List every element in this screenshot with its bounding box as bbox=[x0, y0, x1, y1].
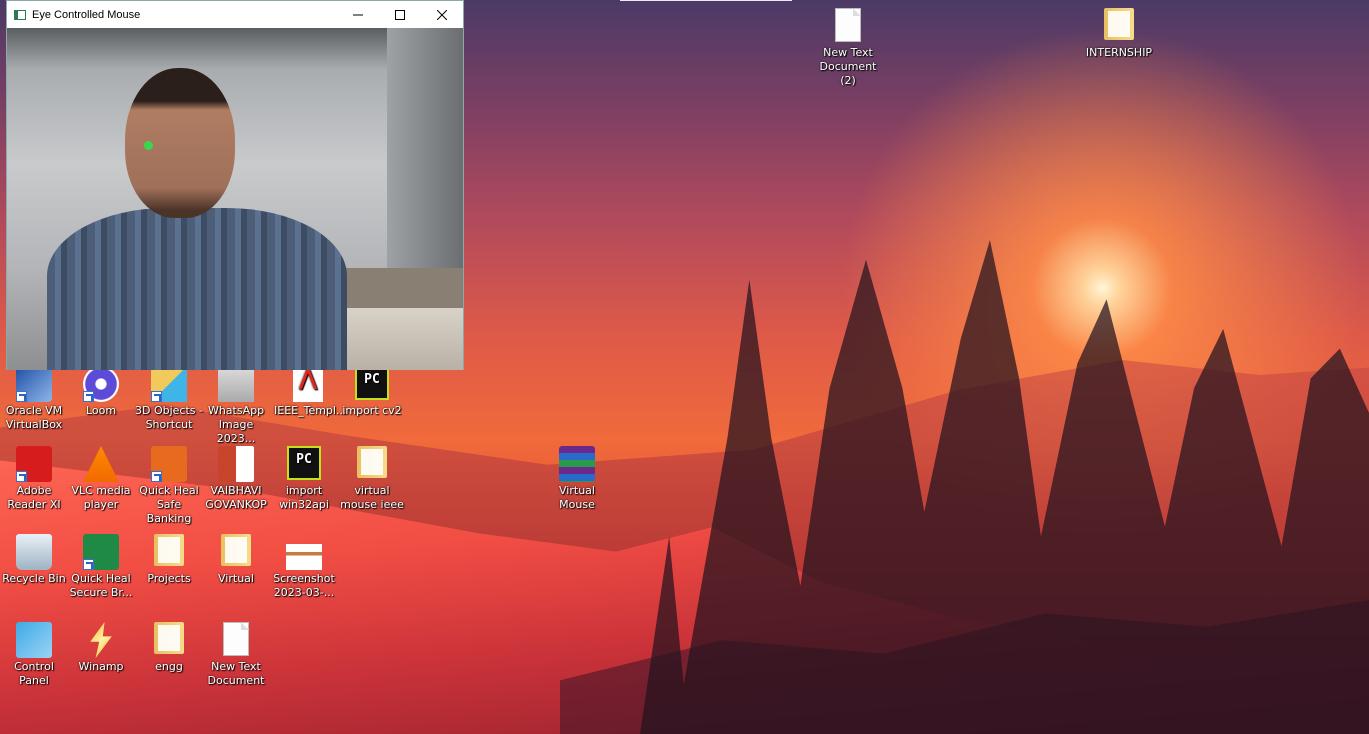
desktop-icon-label: Virtual bbox=[218, 572, 254, 585]
desktop-icon-label: Projects bbox=[147, 572, 191, 585]
winrar-icon bbox=[559, 446, 595, 482]
quick-heal-browser-icon bbox=[83, 534, 119, 570]
quick-heal-safe-banking-icon bbox=[151, 446, 187, 482]
winamp-icon bbox=[90, 622, 112, 658]
webcam-background-wall bbox=[387, 28, 463, 268]
eye-tracking-marker bbox=[144, 141, 153, 150]
desktop-icon-label: WhatsApp Image 2023... bbox=[207, 404, 265, 445]
shortcut-arrow-icon bbox=[83, 391, 94, 402]
pdf-icon bbox=[293, 366, 323, 402]
folder-icon bbox=[221, 534, 251, 566]
maximize-button[interactable] bbox=[379, 1, 421, 28]
loom-icon bbox=[83, 366, 119, 402]
desktop-icon-virtual-mouse-ieee[interactable]: virtual mouse ieee bbox=[338, 446, 406, 512]
webcam-person-body bbox=[47, 208, 347, 370]
desktop-icon-label: Recycle Bin bbox=[2, 572, 66, 585]
window-titlebar[interactable]: Eye Controlled Mouse bbox=[7, 1, 463, 28]
3d-objects-icon bbox=[151, 366, 187, 402]
desktop-icon-recycle-bin[interactable]: Recycle Bin bbox=[0, 534, 68, 586]
desktop-icon-label: Quick Heal Safe Banking bbox=[139, 484, 199, 525]
shortcut-arrow-icon bbox=[83, 559, 94, 570]
desktop-icon-label: Virtual Mouse bbox=[559, 484, 595, 511]
desktop-icon-label: import win32api bbox=[279, 484, 329, 511]
text-file-icon bbox=[835, 8, 861, 42]
text-file-icon bbox=[223, 622, 249, 656]
pycharm-icon: PC bbox=[355, 366, 389, 400]
desktop-icon-new-text-document-2[interactable]: New Text Document (2) bbox=[814, 8, 882, 88]
close-button[interactable] bbox=[421, 1, 463, 28]
desktop-icon-virtualbox[interactable]: Oracle VM VirtualBox bbox=[0, 366, 68, 432]
webcam-person-head bbox=[125, 68, 235, 218]
desktop-icon-internship[interactable]: INTERNSHIP bbox=[1085, 8, 1153, 60]
desktop-icon-label: import cv2 bbox=[342, 404, 402, 417]
powerpoint-icon bbox=[218, 446, 254, 482]
wallpaper-edge bbox=[620, 0, 792, 1]
webcam-feed bbox=[7, 28, 463, 370]
app-icon bbox=[14, 9, 26, 20]
desktop-icon-label: 3D Objects - Shortcut bbox=[135, 404, 203, 431]
desktop-icon-loom[interactable]: Loom bbox=[67, 366, 135, 418]
folder-icon bbox=[154, 534, 184, 566]
image-file-icon bbox=[286, 544, 322, 570]
desktop-icon-virtual[interactable]: Virtual bbox=[202, 534, 270, 586]
desktop-icon-label: VAIBHAVI GOVANKOP bbox=[205, 484, 267, 511]
shortcut-arrow-icon bbox=[151, 471, 162, 482]
desktop-icon-label: Control Panel bbox=[14, 660, 54, 687]
desktop-icon-vaibhavi-govankop[interactable]: VAIBHAVI GOVANKOP bbox=[202, 446, 270, 512]
shortcut-arrow-icon bbox=[16, 391, 27, 402]
desktop-icon-ieee-template[interactable]: IEEE_Templ... bbox=[274, 366, 347, 418]
shortcut-arrow-icon bbox=[151, 391, 162, 402]
desktop-icon-label: VLC media player bbox=[71, 484, 131, 511]
desktop-icon-label: virtual mouse ieee bbox=[340, 484, 404, 511]
desktop-icon-vlc[interactable]: VLC media player bbox=[67, 446, 135, 512]
desktop-icon-import-win32api[interactable]: PC import win32api bbox=[270, 446, 338, 512]
folder-icon bbox=[1104, 8, 1134, 40]
folder-icon bbox=[357, 446, 387, 478]
desktop-icon-label: Loom bbox=[85, 404, 117, 417]
desktop-icon-label: Quick Heal Secure Br... bbox=[69, 572, 133, 599]
maximize-icon bbox=[395, 9, 405, 20]
desktop-icon-quick-heal-browser[interactable]: Quick Heal Secure Br... bbox=[67, 534, 135, 600]
adobe-reader-icon bbox=[16, 446, 52, 482]
desktop-icon-label: New Text Document bbox=[207, 660, 265, 687]
desktop-icon-label: Oracle VM VirtualBox bbox=[5, 404, 63, 431]
desktop-icon-3d-objects[interactable]: 3D Objects - Shortcut bbox=[135, 366, 203, 432]
image-file-icon bbox=[218, 366, 254, 402]
desktop-icon-virtual-mouse[interactable]: Virtual Mouse bbox=[542, 446, 612, 512]
desktop-icon-whatsapp-image[interactable]: WhatsApp Image 2023... bbox=[202, 366, 270, 446]
desktop-icon-quick-heal-safe-banking[interactable]: Quick Heal Safe Banking bbox=[135, 446, 203, 526]
desktop-icon-control-panel[interactable]: Control Panel bbox=[0, 622, 68, 688]
desktop-icon-label: IEEE_Templ... bbox=[274, 404, 347, 417]
close-icon bbox=[437, 9, 447, 20]
desktop-icon-import-cv2[interactable]: PC import cv2 bbox=[338, 366, 406, 418]
desktop-icon-winamp[interactable]: Winamp bbox=[67, 622, 135, 674]
desktop-icon-projects[interactable]: Projects bbox=[135, 534, 203, 586]
desktop-icon-screenshot[interactable]: Screenshot 2023-03-... bbox=[270, 534, 338, 600]
desktop-icon-label: New Text Document (2) bbox=[819, 46, 877, 87]
folder-icon bbox=[154, 622, 184, 654]
vlc-icon bbox=[83, 446, 119, 482]
desktop-icon-label: INTERNSHIP bbox=[1085, 46, 1153, 59]
desktop-icon-adobe-reader[interactable]: Adobe Reader XI bbox=[0, 446, 68, 512]
eye-controlled-mouse-window[interactable]: Eye Controlled Mouse bbox=[6, 0, 464, 370]
shortcut-arrow-icon bbox=[16, 471, 27, 482]
desktop-icon-label: Adobe Reader XI bbox=[7, 484, 61, 511]
desktop-icon-label: Screenshot 2023-03-... bbox=[273, 572, 335, 599]
virtualbox-icon bbox=[16, 366, 52, 402]
wallpaper-trees bbox=[640, 240, 1369, 734]
control-panel-icon bbox=[16, 622, 52, 658]
pycharm-icon: PC bbox=[287, 446, 321, 480]
desktop-icon-label: engg bbox=[155, 660, 183, 673]
minimize-button[interactable] bbox=[337, 1, 379, 28]
minimize-icon bbox=[353, 14, 363, 15]
desktop-icon-label: Winamp bbox=[78, 660, 124, 673]
recycle-bin-icon bbox=[16, 534, 52, 570]
desktop-icon-engg[interactable]: engg bbox=[135, 622, 203, 674]
window-title: Eye Controlled Mouse bbox=[32, 8, 141, 21]
desktop-icon-new-text-document[interactable]: New Text Document bbox=[202, 622, 270, 688]
